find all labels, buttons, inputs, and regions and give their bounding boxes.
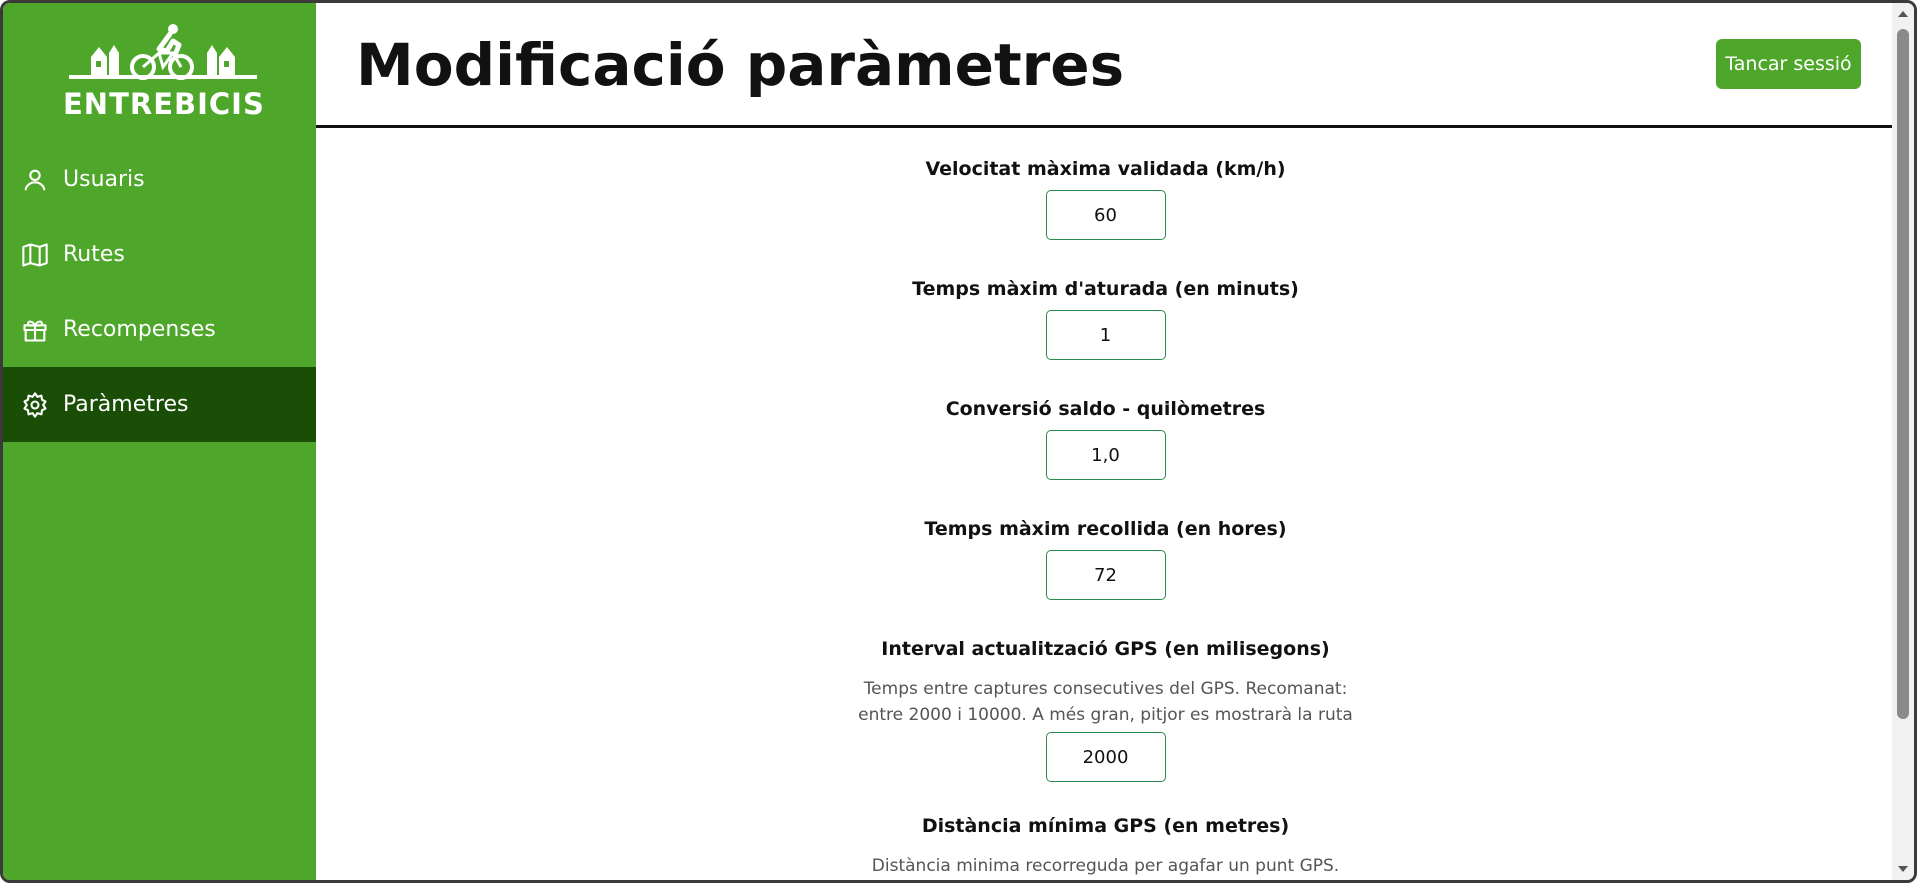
- sidebar: ENTREBICIS Usuaris Rutes Recompenses Par…: [3, 3, 316, 880]
- user-icon: [21, 166, 49, 194]
- field-label: Velocitat màxima validada (km/h): [925, 158, 1286, 180]
- field-description: Temps entre captures consecutives del GP…: [858, 679, 1353, 725]
- balance-conversion-input[interactable]: [1045, 430, 1166, 480]
- field-label: Temps màxim recollida (en hores): [924, 518, 1287, 540]
- balance-conversion-field: Conversió saldo - quilòmetres: [316, 398, 1895, 480]
- max-pickup-time-input[interactable]: [1045, 550, 1166, 600]
- max-speed-field: Velocitat màxima validada (km/h): [316, 158, 1895, 240]
- sidebar-item-label: Rutes: [63, 242, 125, 267]
- sidebar-item-label: Usuaris: [63, 167, 145, 192]
- sidebar-item-parametres[interactable]: Paràmetres: [3, 367, 316, 442]
- scroll-up-icon[interactable]: [1898, 11, 1908, 17]
- scroll-down-icon[interactable]: [1898, 866, 1908, 872]
- max-stop-time-input[interactable]: [1045, 310, 1166, 360]
- sidebar-item-usuaris[interactable]: Usuaris: [3, 142, 316, 217]
- map-icon: [21, 241, 49, 269]
- gps-interval-field: Interval actualització GPS (en milisegon…: [316, 638, 1895, 782]
- gps-interval-input[interactable]: [1045, 732, 1166, 782]
- max-speed-input[interactable]: [1045, 190, 1166, 240]
- gear-icon: [21, 391, 49, 419]
- brand-name: ENTREBICIS: [63, 87, 265, 121]
- sidebar-item-label: Paràmetres: [63, 392, 189, 417]
- page-header: Modificació paràmetres Tancar sessió: [316, 3, 1892, 128]
- max-stop-time-field: Temps màxim d'aturada (en minuts): [316, 278, 1895, 360]
- max-pickup-time-field: Temps màxim recollida (en hores): [316, 518, 1895, 600]
- cyclist-logo-icon: [69, 24, 257, 80]
- scrollbar[interactable]: [1892, 3, 1914, 880]
- sidebar-item-label: Recompenses: [63, 317, 216, 342]
- logout-button[interactable]: Tancar sessió: [1716, 39, 1861, 89]
- field-description: Distància minima recorreguda per agafar …: [871, 856, 1340, 876]
- field-label: Conversió saldo - quilòmetres: [945, 398, 1266, 420]
- sidebar-item-rutes[interactable]: Rutes: [3, 217, 316, 292]
- page-title: Modificació paràmetres: [356, 31, 1125, 99]
- sidebar-item-recompenses[interactable]: Recompenses: [3, 292, 316, 367]
- gift-icon: [21, 316, 49, 344]
- field-label: Distància mínima GPS (en metres): [921, 815, 1290, 837]
- app-window: ENTREBICIS Usuaris Rutes Recompenses Par…: [0, 0, 1917, 883]
- field-label: Interval actualització GPS (en milisegon…: [881, 638, 1330, 660]
- gps-min-distance-field: Distància mínima GPS (en metres) Distànc…: [316, 815, 1895, 879]
- logo: ENTREBICIS: [63, 23, 265, 123]
- parameters-form: Velocitat màxima validada (km/h) Temps m…: [316, 128, 1892, 880]
- field-label: Temps màxim d'aturada (en minuts): [912, 278, 1299, 300]
- scroll-thumb[interactable]: [1897, 29, 1909, 719]
